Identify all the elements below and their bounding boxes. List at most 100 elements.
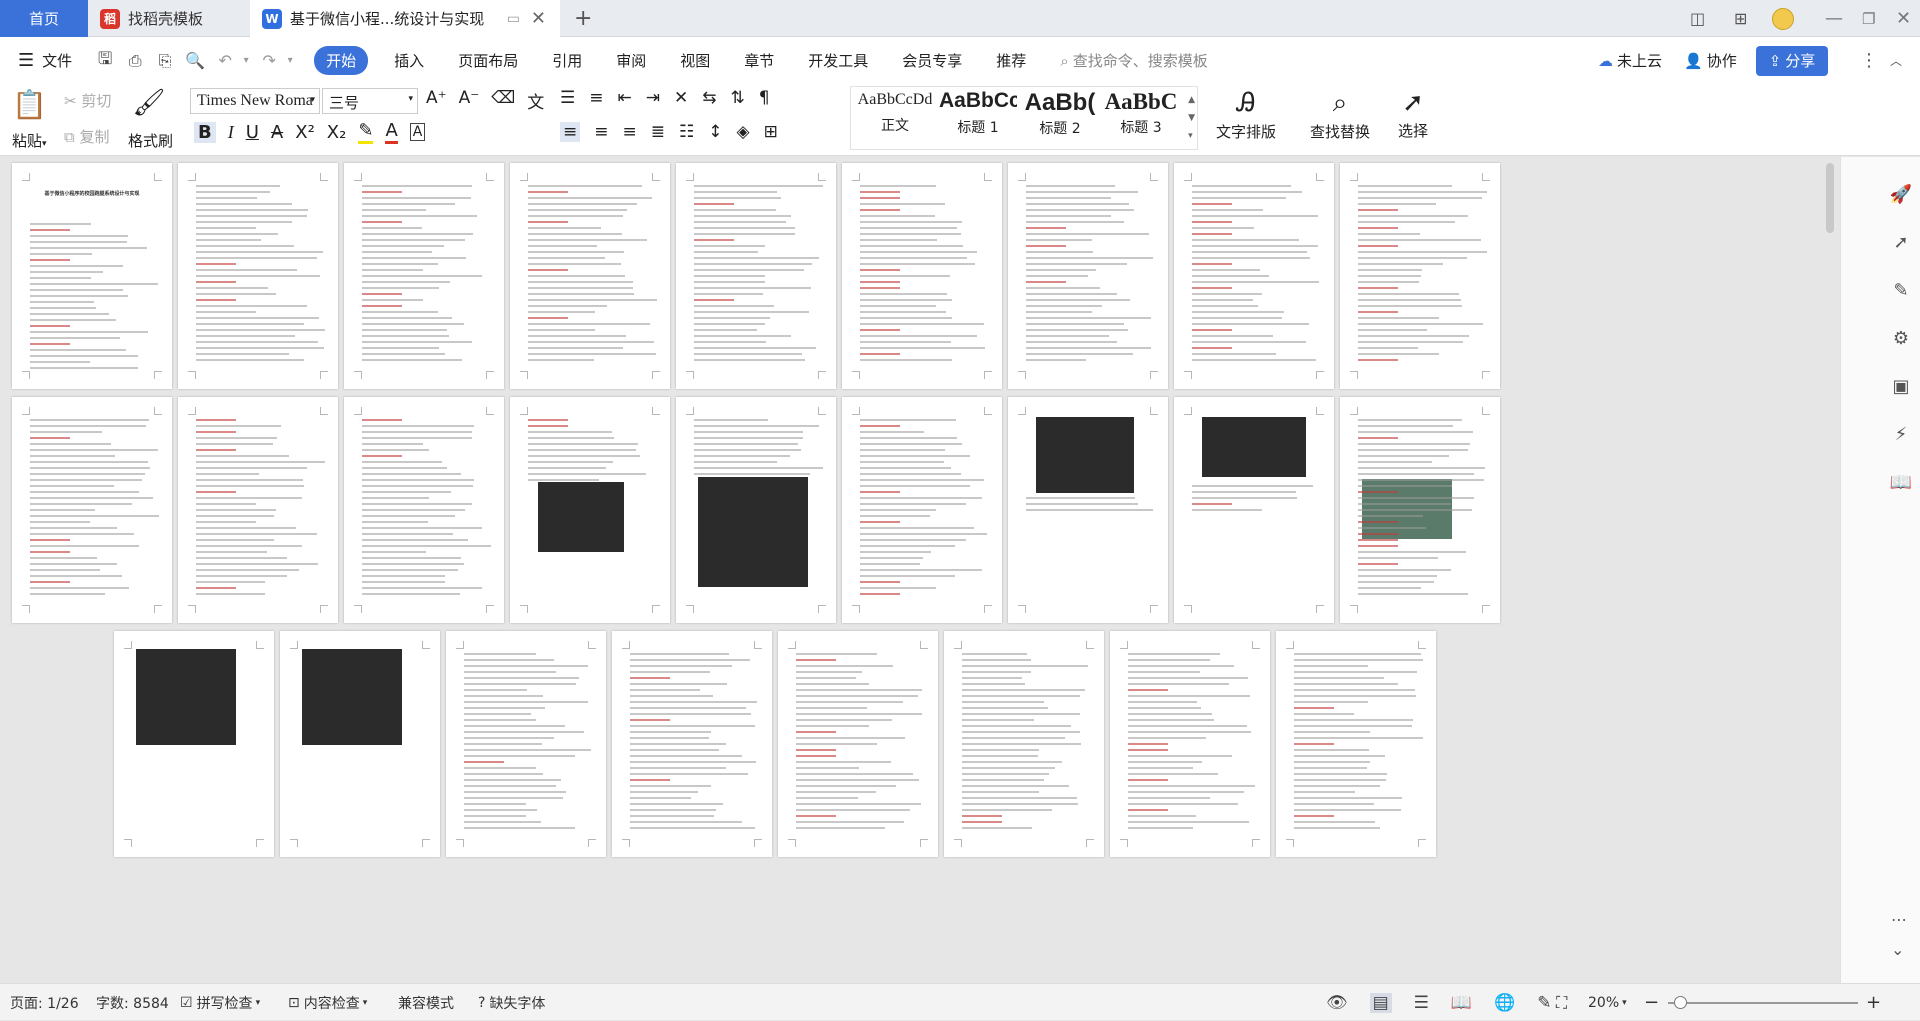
chinese-layout-icon[interactable]: ✕	[674, 88, 688, 108]
redo-icon[interactable]: ↷	[258, 51, 280, 70]
superscript-icon[interactable]: X²	[295, 122, 315, 143]
select-button[interactable]: ➚ 选择	[1386, 88, 1440, 141]
menu-tab-developer[interactable]: 开发工具	[808, 50, 868, 71]
page-thumbnail[interactable]	[842, 397, 1002, 623]
adjust-icon[interactable]: ⚙	[1887, 315, 1915, 363]
window-close-icon[interactable]: ✕	[1896, 0, 1911, 37]
styles-scroll[interactable]: ▲ ▼ ▾	[1188, 91, 1195, 145]
command-search[interactable]: ⌕ 查找命令、搜索模板	[1060, 50, 1207, 71]
write-view-icon[interactable]: ✎	[1537, 993, 1551, 1013]
menu-tab-member[interactable]: 会员专享	[902, 50, 962, 71]
more-icon[interactable]: ⋮	[1860, 50, 1878, 71]
strikethrough-icon[interactable]: A	[271, 122, 283, 143]
numbered-list-icon[interactable]: ≡	[589, 88, 603, 108]
read-view-icon[interactable]: 📖	[1451, 993, 1472, 1013]
subscript-icon[interactable]: X₂	[327, 122, 347, 143]
close-tab-icon[interactable]: ✕	[531, 8, 546, 29]
rocket-icon[interactable]: 🚀	[1887, 171, 1915, 219]
page-thumbnail[interactable]	[114, 631, 274, 857]
avatar[interactable]	[1772, 0, 1794, 37]
menu-tab-chapter[interactable]: 章节	[744, 50, 774, 71]
page-thumbnail[interactable]	[1174, 397, 1334, 623]
borders-icon[interactable]: ⊞	[764, 122, 778, 142]
fit-page-icon[interactable]: ⛶	[1556, 984, 1567, 1021]
window-layout-icon[interactable]: ◫	[1690, 0, 1705, 37]
page-thumbnail[interactable]	[344, 397, 504, 623]
font-size-select[interactable]: 三号 ▾	[322, 88, 418, 114]
outline-view-icon[interactable]: ☰	[1414, 993, 1429, 1013]
page-thumbnail[interactable]	[178, 163, 338, 389]
page-thumbnail[interactable]	[1340, 163, 1500, 389]
share-button[interactable]: ⇪ 分享	[1756, 45, 1828, 76]
vertical-scrollbar[interactable]	[1826, 163, 1834, 233]
paste-button[interactable]: 粘贴▾	[12, 130, 47, 151]
page-thumbnail[interactable]	[446, 631, 606, 857]
tab-template[interactable]: 稻 找稻壳模板	[90, 0, 248, 37]
page-thumbnail[interactable]	[510, 397, 670, 623]
show-marks-icon[interactable]: ¶	[759, 88, 770, 108]
decrease-indent-icon[interactable]: ⇤	[618, 88, 632, 108]
zoom-select[interactable]: 20% ▾	[1588, 984, 1627, 1021]
pointer-icon[interactable]: ➚	[1887, 219, 1915, 267]
more-sidebar-icon[interactable]: ⋯	[1891, 905, 1907, 935]
style-heading2[interactable]: AaBb( 标题 2	[1021, 89, 1099, 138]
content-check[interactable]: ⊡ 内容检查 ▾	[288, 984, 367, 1021]
line-spacing-icon[interactable]: ↕	[708, 122, 722, 142]
menu-tab-recommend[interactable]: 推荐	[996, 50, 1026, 71]
style-heading3[interactable]: AaBbC 标题 3	[1103, 89, 1179, 137]
page-thumbnail[interactable]	[1174, 163, 1334, 389]
page-thumbnail[interactable]	[510, 163, 670, 389]
page-thumbnail[interactable]	[676, 397, 836, 623]
cloud-status[interactable]: ☁ 未上云	[1598, 50, 1662, 71]
menu-tab-references[interactable]: 引用	[552, 50, 582, 71]
eye-icon[interactable]: 👁	[1326, 993, 1348, 1013]
page-indicator[interactable]: 页面: 1/26	[10, 984, 79, 1021]
document-workspace[interactable]: 基于微信小程序的校园跑腿系统设计与实现	[0, 157, 1840, 983]
zoom-slider[interactable]	[1668, 984, 1858, 1021]
page-thumbnail[interactable]	[1340, 397, 1500, 623]
page-thumbnail[interactable]	[344, 163, 504, 389]
align-left-icon[interactable]: ≡	[560, 122, 581, 142]
copy-button[interactable]: ⧉ 复制	[64, 126, 110, 147]
char-border-icon[interactable]: A	[409, 123, 426, 141]
find-replace-button[interactable]: ⌕ 查找替换	[1300, 88, 1380, 142]
highlight-icon[interactable]: ✎	[358, 120, 374, 144]
bolt-icon[interactable]: ⚡	[1887, 411, 1915, 459]
page-thumbnail[interactable]	[178, 397, 338, 623]
redo-dropdown-icon[interactable]: ▾	[284, 55, 296, 66]
zoom-out-icon[interactable]: −	[1644, 984, 1659, 1021]
text-direction-icon[interactable]: ⇆	[702, 88, 716, 108]
minimize-icon[interactable]: —	[1825, 0, 1843, 37]
collapse-ribbon-icon[interactable]: ︿	[1890, 52, 1902, 69]
expand-icon[interactable]: ⌄	[1891, 935, 1907, 965]
page-thumbnail[interactable]	[1008, 397, 1168, 623]
page-thumbnail[interactable]	[778, 631, 938, 857]
collab-button[interactable]: 👤 协作	[1684, 50, 1737, 71]
word-count[interactable]: 字数: 8584	[96, 984, 169, 1021]
page-thumbnail[interactable]	[676, 163, 836, 389]
text-layout-button[interactable]: Ꭿ 文字排版	[1210, 88, 1282, 142]
preview-icon[interactable]: 🔍	[184, 51, 206, 70]
shrink-font-icon[interactable]: A⁻	[459, 88, 480, 113]
print-icon[interactable]: ⎘	[154, 51, 176, 71]
undo-dropdown-icon[interactable]: ▾	[240, 55, 252, 66]
missing-font[interactable]: ? 缺失字体	[478, 984, 545, 1021]
style-heading1[interactable]: AaBbCc 标题 1	[939, 89, 1017, 137]
page-thumbnail[interactable]	[944, 631, 1104, 857]
grow-font-icon[interactable]: A⁺	[426, 88, 447, 113]
page-view-icon[interactable]: ▤	[1369, 992, 1392, 1013]
book-icon[interactable]: 📖	[1887, 459, 1915, 507]
align-right-icon[interactable]: ≡	[623, 122, 637, 142]
save-icon[interactable]: 🖫	[94, 46, 116, 75]
pen-icon[interactable]: ✎	[1887, 267, 1915, 315]
compat-mode[interactable]: 兼容模式	[398, 984, 454, 1021]
page-thumbnail[interactable]: 基于微信小程序的校园跑腿系统设计与实现	[12, 163, 172, 389]
distribute-icon[interactable]: ☷	[679, 122, 694, 142]
menu-tab-view[interactable]: 视图	[680, 50, 710, 71]
tab-document[interactable]: W 基于微信小程...统设计与实现 ▭ ✕	[250, 0, 560, 37]
shading-icon[interactable]: ◈	[737, 122, 750, 142]
file-menu[interactable]: ☰ 文件	[18, 50, 72, 71]
underline-icon[interactable]: U	[246, 122, 259, 143]
new-tab-icon[interactable]: +	[574, 0, 600, 37]
paste-icon[interactable]: 📋	[12, 88, 47, 124]
